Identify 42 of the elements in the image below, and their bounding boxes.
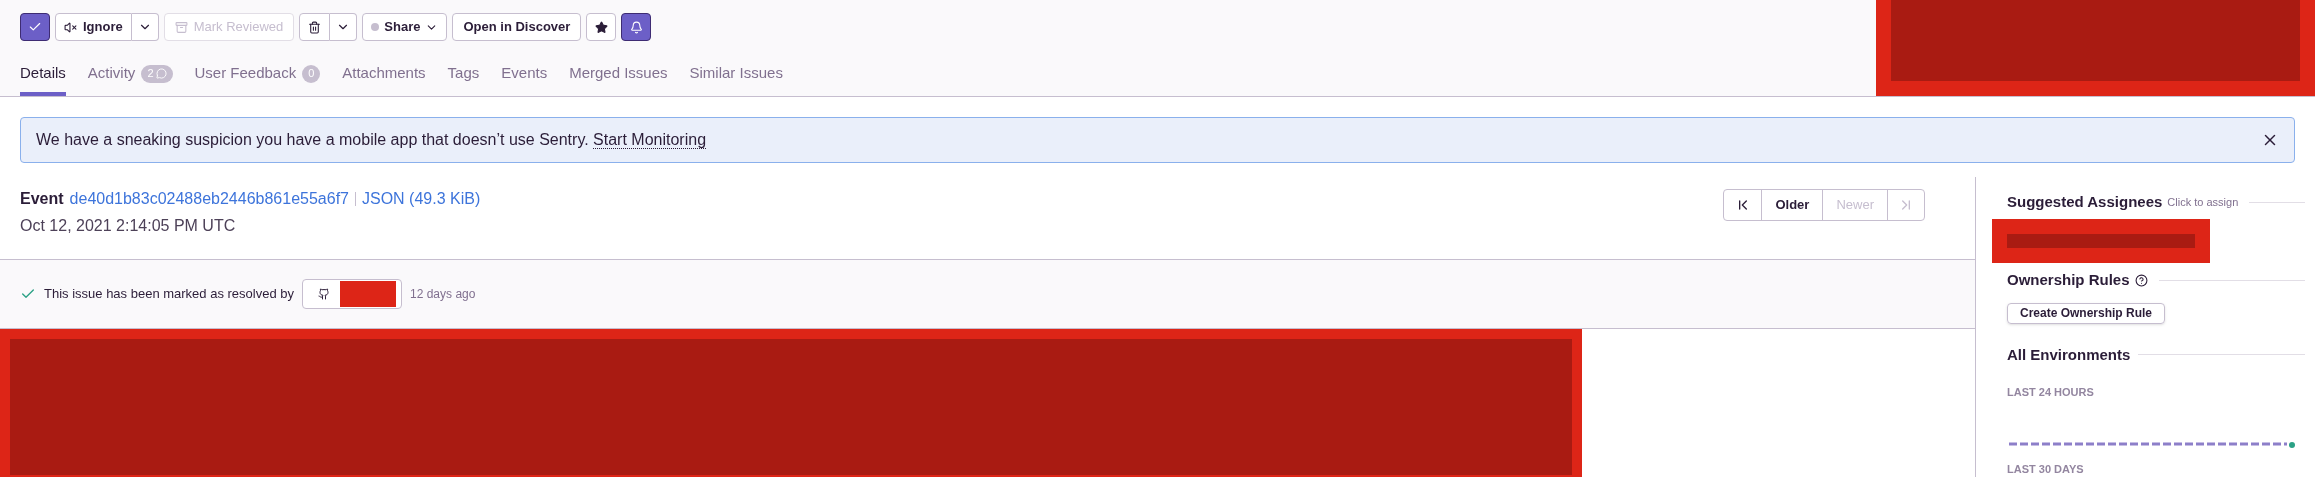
assign-hint: Click to assign (2167, 195, 2239, 210)
archive-icon (174, 20, 188, 34)
json-link[interactable]: JSON (49.3 KiB) (362, 187, 481, 211)
pager-button[interactable]: Older (1761, 190, 1823, 220)
delete-button[interactable] (299, 13, 331, 41)
section-title: Ownership Rules (2007, 269, 2130, 290)
bell-icon (629, 20, 643, 34)
tab[interactable]: User Feedback 0 (194, 55, 321, 96)
tab[interactable]: Attachments (342, 55, 426, 96)
event-date: Oct 12, 2021 2:14:05 PM UTC (20, 216, 237, 236)
tab[interactable]: Merged Issues (569, 55, 668, 96)
tab[interactable]: Activity 2 (87, 55, 173, 96)
start-monitoring-link[interactable]: Start Monitoring (593, 131, 707, 149)
github-icon (318, 288, 330, 300)
ignore-button[interactable]: Ignore (55, 13, 132, 41)
tab[interactable]: Details (20, 55, 66, 96)
check-icon (28, 20, 42, 34)
subscribe-button[interactable] (621, 13, 652, 41)
bookmark-button[interactable] (586, 13, 617, 41)
section-title: Suggested Assignees (2007, 192, 2163, 212)
create-ownership-rule-button[interactable]: Create Ownership Rule (2007, 303, 2166, 324)
event-label: Event (20, 189, 64, 209)
mute-icon (64, 20, 77, 34)
tab[interactable]: Similar Issues (689, 55, 783, 96)
count-badge: 0 (302, 64, 321, 83)
toolbar-button[interactable]: Open in Discover (452, 13, 582, 41)
resolved-time: 12 days ago (410, 286, 476, 303)
star-icon (594, 20, 608, 34)
banner-text: We have a sneaking suspicion you have a mobile app that doesn’t use Sentry. Start Monitoring (36, 130, 707, 151)
trash-icon (308, 20, 322, 34)
redaction-block (340, 281, 396, 307)
share-button[interactable]: Share (362, 13, 448, 41)
period-label: LAST 24 HOURS (2007, 385, 2095, 400)
event-id-link[interactable]: de40d1b83c02488eb2446b861e55a6f7 (69, 187, 349, 211)
period-label: LAST 30 DAYS (2007, 461, 2085, 477)
tab[interactable]: Events (501, 55, 548, 96)
comment-count-badge: 2 (141, 64, 173, 83)
resolved-text: This issue has been marked as resolved by (44, 285, 294, 304)
resolve-button[interactable] (20, 13, 50, 41)
section-title: All Environments (2007, 344, 2131, 365)
tab[interactable]: Tags (447, 55, 480, 96)
help-icon[interactable] (2134, 273, 2148, 287)
